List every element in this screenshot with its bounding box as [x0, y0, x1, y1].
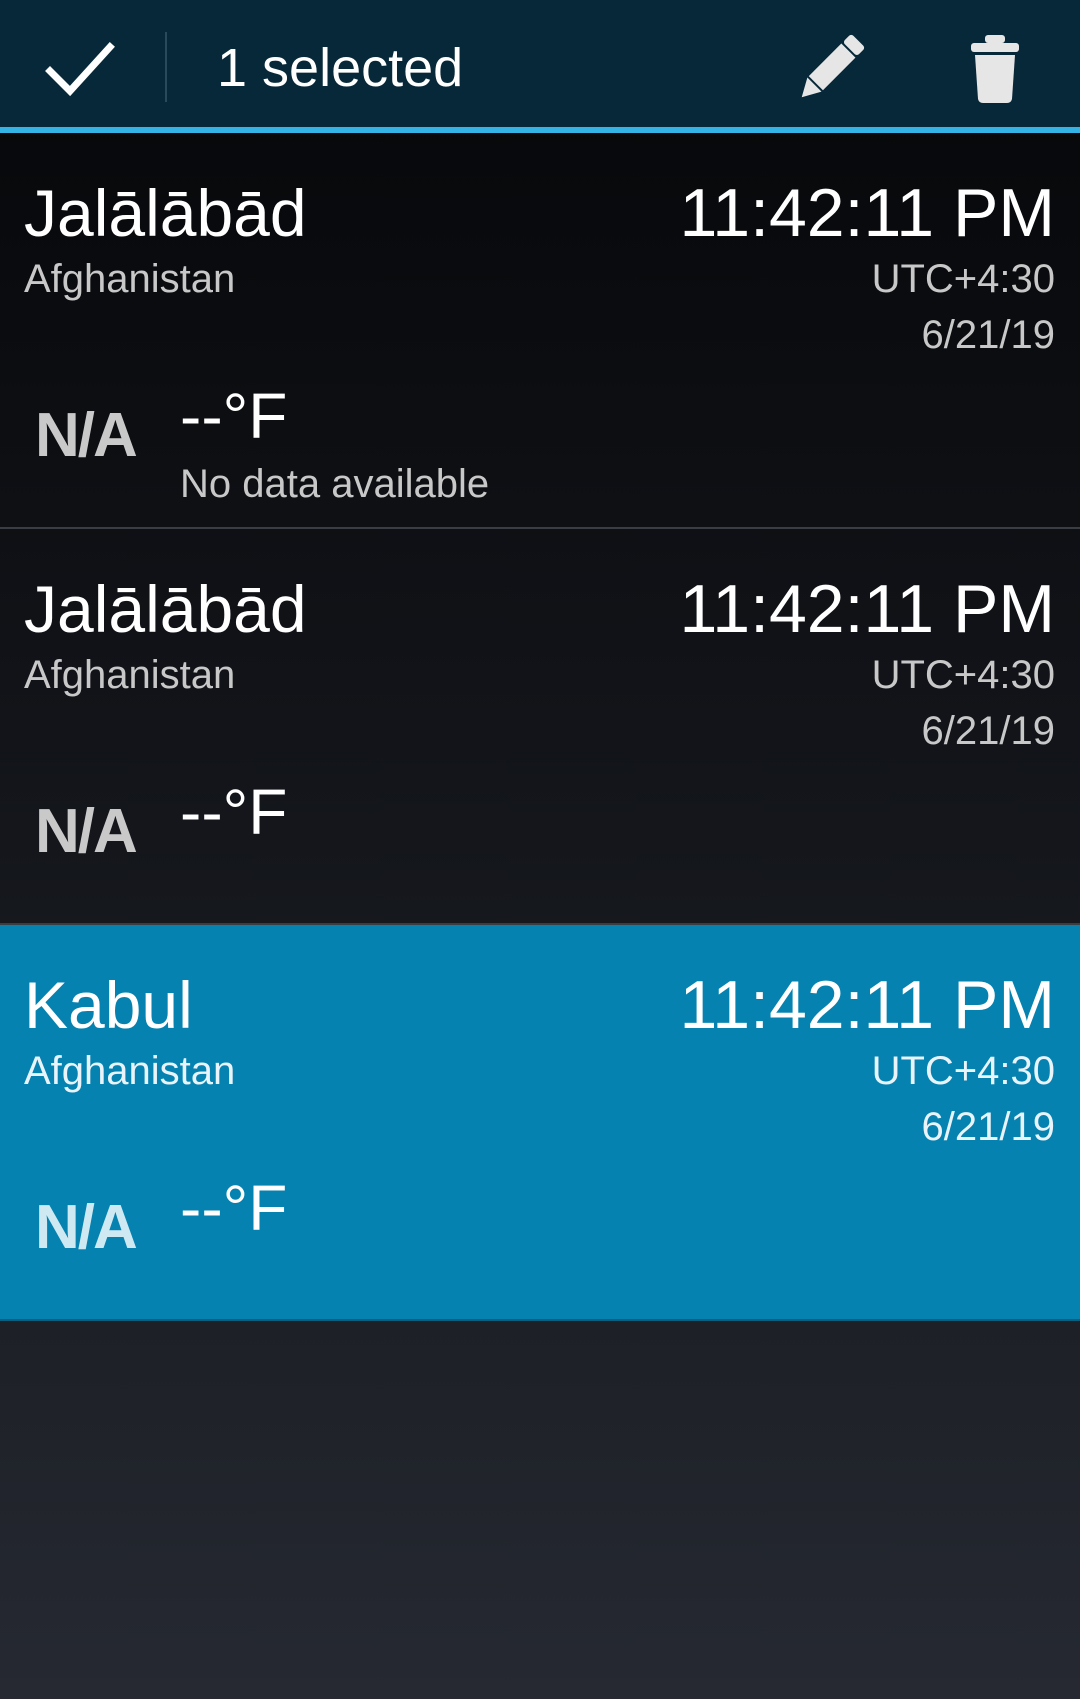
list-item-selected[interactable]: Kabul Afghanistan 11:42:11 PM UTC+4:30 6…: [0, 925, 1080, 1321]
clock-list: Jalālābād Afghanistan 11:42:11 PM UTC+4:…: [0, 133, 1080, 1321]
local-date: 6/21/19: [921, 1105, 1055, 1149]
local-date: 6/21/19: [921, 313, 1055, 357]
selection-count-title: 1 selected: [217, 38, 464, 98]
local-time: 11:42:11 PM: [679, 175, 1056, 251]
city-name: Jalālābād: [24, 176, 307, 250]
timezone-offset: UTC+4:30: [871, 257, 1055, 301]
delete-button[interactable]: [945, 14, 1045, 124]
timezone-offset: UTC+4:30: [871, 1049, 1055, 1093]
contextual-action-bar: 1 selected: [0, 0, 1080, 133]
country-name: Afghanistan: [24, 1049, 236, 1093]
country-name: Afghanistan: [24, 257, 236, 301]
weather-na-icon: N/A: [35, 401, 138, 470]
edit-button[interactable]: [780, 14, 880, 124]
temperature: --°F: [180, 776, 288, 848]
weather-status: No data available: [180, 462, 490, 506]
pencil-icon: [801, 34, 865, 98]
check-icon: [45, 42, 115, 97]
local-time: 11:42:11 PM: [679, 571, 1056, 647]
temperature: --°F: [180, 380, 288, 452]
list-item[interactable]: Jalālābād Afghanistan 11:42:11 PM UTC+4:…: [0, 529, 1080, 925]
city-name: Jalālābād: [24, 572, 307, 646]
weather-na-icon: N/A: [35, 797, 138, 866]
action-bar-divider: [165, 32, 167, 102]
done-button[interactable]: [20, 14, 140, 124]
city-name: Kabul: [24, 968, 193, 1042]
country-name: Afghanistan: [24, 653, 236, 697]
list-item[interactable]: Jalālābād Afghanistan 11:42:11 PM UTC+4:…: [0, 133, 1080, 529]
local-time: 11:42:11 PM: [679, 967, 1056, 1043]
temperature: --°F: [180, 1172, 288, 1244]
weather-na-icon: N/A: [35, 1193, 138, 1262]
local-date: 6/21/19: [921, 709, 1055, 753]
timezone-offset: UTC+4:30: [871, 653, 1055, 697]
trash-icon: [971, 35, 1019, 103]
